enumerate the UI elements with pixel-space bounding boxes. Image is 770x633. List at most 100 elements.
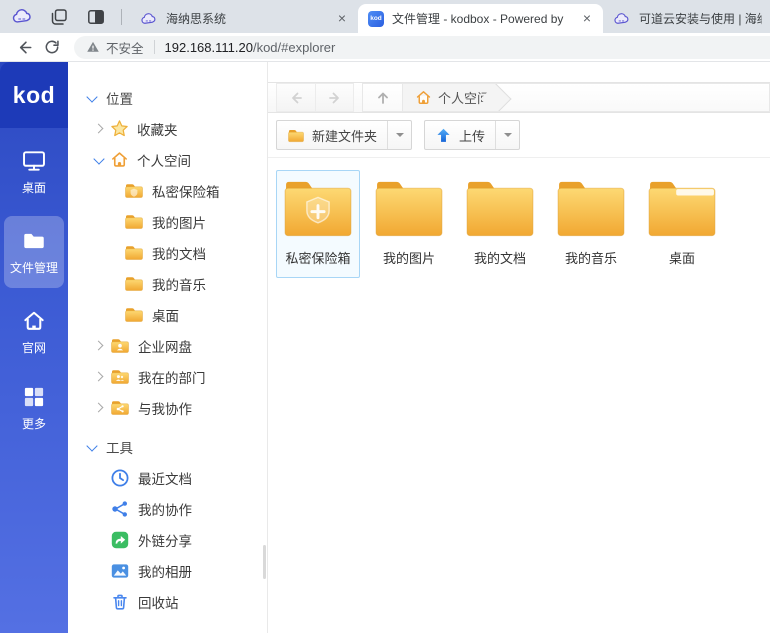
chevron-down-icon[interactable]	[86, 440, 97, 451]
tree-section-file-types[interactable]: 文件类型	[68, 623, 267, 633]
tab-title: 文件管理 - kodbox - Powered by	[392, 10, 571, 27]
kodbox-app: kod 桌面 文件管理 官网 更多	[0, 62, 770, 633]
tree-item-my-documents[interactable]: 我的文档	[68, 237, 267, 268]
tree-item-recent-documents[interactable]: 最近文档	[68, 462, 267, 493]
file-item-private-safe[interactable]: 私密保险箱	[276, 170, 360, 278]
breadcrumb-bar: 个人空间	[268, 82, 770, 113]
tree-label: 回收站	[138, 592, 179, 612]
folder-icon	[124, 306, 144, 323]
tree-label: 外链分享	[138, 530, 192, 550]
chevron-down-icon[interactable]	[86, 91, 97, 102]
browser-address-bar: 不安全 192.168.111.20/kod/#explorer	[0, 33, 770, 62]
history-back-icon[interactable]	[277, 84, 315, 111]
folder-user-icon	[110, 337, 130, 354]
tree-section-tools[interactable]: 工具	[68, 431, 267, 462]
new-folder-button[interactable]: 新建文件夹	[277, 121, 387, 149]
tree-item-personal-space[interactable]: 个人空间	[68, 144, 267, 175]
browser-tab-3[interactable]: 可道云安装与使用 | 海纳思	[603, 4, 770, 33]
tree-item-my-collaboration[interactable]: 我的协作	[68, 493, 267, 524]
folder-icon	[124, 213, 144, 230]
reload-icon[interactable]	[38, 35, 66, 59]
url-divider	[154, 40, 155, 54]
folder-users-icon	[110, 368, 130, 385]
cloud-favicon-icon	[613, 12, 631, 26]
grid-icon	[21, 384, 47, 410]
folder-icon	[124, 275, 144, 292]
file-item-my-pictures[interactable]: 我的图片	[367, 170, 451, 278]
tab-stack-icon[interactable]	[47, 5, 71, 29]
tab-close-icon[interactable]: ×	[579, 11, 595, 27]
home-icon	[415, 89, 432, 106]
file-item-my-music[interactable]: 我的音乐	[549, 170, 633, 278]
tree-item-external-links[interactable]: 外链分享	[68, 524, 267, 555]
upload-button[interactable]: 上传	[425, 121, 495, 149]
url-field[interactable]: 不安全 192.168.111.20/kod/#explorer	[74, 36, 770, 59]
folder-icon	[554, 179, 628, 239]
security-label[interactable]: 不安全	[106, 38, 144, 57]
file-item-my-documents[interactable]: 我的文档	[458, 170, 542, 278]
kod-logo: kod	[0, 62, 68, 128]
star-icon	[110, 119, 129, 138]
tree-label: 桌面	[152, 305, 179, 325]
tree-label: 私密保险箱	[152, 181, 220, 201]
tree-item-my-album[interactable]: 我的相册	[68, 555, 267, 586]
trash-icon	[110, 592, 130, 612]
file-name: 我的图片	[383, 248, 435, 267]
tree-item-my-department[interactable]: 我在的部门	[68, 361, 267, 392]
tree-item-desktop[interactable]: 桌面	[68, 299, 267, 330]
tab-close-icon[interactable]: ×	[334, 11, 350, 27]
chevron-right-icon[interactable]	[94, 372, 104, 382]
clock-icon	[110, 468, 130, 488]
browser-tab-strip: 海纳思系统 × kod 文件管理 - kodbox - Powered by ×…	[0, 0, 770, 33]
chevron-right-icon[interactable]	[94, 341, 104, 351]
back-icon[interactable]	[10, 35, 38, 59]
upload-dropdown[interactable]	[495, 121, 519, 149]
file-item-desktop[interactable]: 桌面	[640, 170, 724, 278]
chevron-right-icon[interactable]	[94, 403, 104, 413]
tree-label: 与我协作	[138, 398, 192, 418]
tree-item-favorites[interactable]: 收藏夹	[68, 113, 267, 144]
file-name: 桌面	[669, 248, 695, 267]
new-folder-button-group: 新建文件夹	[276, 120, 412, 150]
url-host: 192.168.111.20	[165, 40, 253, 55]
cloud-logo-icon[interactable]	[10, 5, 34, 29]
up-level-icon[interactable]	[363, 84, 403, 111]
tree-section-location[interactable]: 位置	[68, 82, 267, 113]
vertical-tabs-icon[interactable]	[84, 5, 108, 29]
chevron-down-icon[interactable]	[93, 153, 104, 164]
chevron-right-icon[interactable]	[94, 124, 104, 134]
folder-icon	[124, 244, 144, 261]
tree-label: 企业网盘	[138, 336, 192, 356]
history-forward-icon[interactable]	[315, 84, 353, 111]
folder-icon	[21, 228, 47, 254]
tree-label: 收藏夹	[137, 119, 178, 139]
caret-down-icon	[504, 133, 512, 137]
tree-label: 个人空间	[137, 150, 191, 170]
tree-item-my-pictures[interactable]: 我的图片	[68, 206, 267, 237]
photo-icon	[110, 561, 130, 581]
tree-item-my-music[interactable]: 我的音乐	[68, 268, 267, 299]
breadcrumb-personal-space[interactable]: 个人空间	[403, 84, 496, 111]
browser-controls	[0, 0, 130, 33]
home-icon	[21, 308, 47, 334]
breadcrumb-label: 个人空间	[438, 88, 490, 107]
new-folder-label: 新建文件夹	[312, 126, 377, 145]
tree-item-shared-with-me[interactable]: 与我协作	[68, 392, 267, 423]
tree-item-recycle-bin[interactable]: 回收站	[68, 586, 267, 617]
tree-item-private-safe[interactable]: 私密保险箱	[68, 175, 267, 206]
new-folder-dropdown[interactable]	[387, 121, 411, 149]
house-icon	[110, 150, 129, 169]
nav-item-more[interactable]: 更多	[4, 376, 64, 440]
nav-item-website[interactable]: 官网	[4, 300, 64, 364]
tab-separator	[121, 9, 122, 25]
nav-item-desktop[interactable]: 桌面	[4, 140, 64, 204]
nav-item-file-manager[interactable]: 文件管理	[4, 216, 64, 288]
warning-icon	[86, 40, 100, 54]
tree-scrollbar-thumb[interactable]	[263, 545, 266, 579]
tree-label: 最近文档	[138, 468, 192, 488]
browser-tab-2-active[interactable]: kod 文件管理 - kodbox - Powered by ×	[358, 4, 603, 33]
file-name: 我的文档	[474, 248, 526, 267]
tree-label: 我的协作	[138, 499, 192, 519]
browser-tab-1[interactable]: 海纳思系统 ×	[130, 4, 358, 33]
tree-item-enterprise-disk[interactable]: 企业网盘	[68, 330, 267, 361]
